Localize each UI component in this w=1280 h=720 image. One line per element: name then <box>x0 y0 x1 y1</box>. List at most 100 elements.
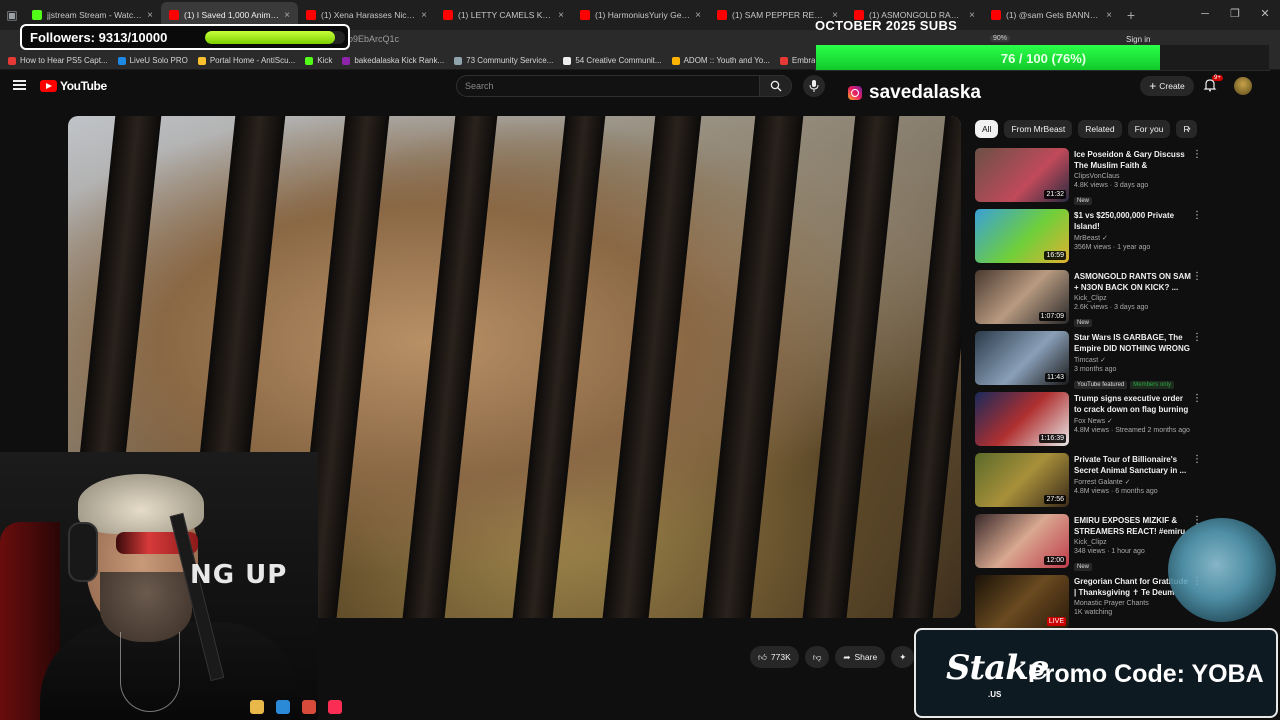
bookmark-item[interactable]: bakedalaska Kick Rank... <box>342 56 444 65</box>
video-title[interactable]: ASMONGOLD RANTS ON SAM + N3ON BACK ON KI… <box>1074 271 1192 293</box>
browser-tab[interactable]: (1) HarmoniusYuriy Gets A × <box>572 2 709 28</box>
browser-tab[interactable]: (1) LETTY CAMELS KENYA WIT × <box>435 2 572 28</box>
duration-badge: LIVE <box>1046 617 1066 626</box>
video-meta: 4.8M views · Streamed 2 months ago <box>1074 427 1190 434</box>
close-window-icon[interactable]: ✕ <box>1250 0 1280 30</box>
video-thumbnail[interactable]: 27:56 <box>975 453 1069 507</box>
tab-close-icon[interactable]: × <box>284 10 290 21</box>
bookmark-favicon-icon <box>305 56 314 65</box>
channel-name[interactable]: Fox News ✓ <box>1074 417 1192 425</box>
voice-search-button[interactable] <box>803 75 825 97</box>
minimize-icon[interactable]: ─ <box>1190 0 1220 30</box>
video-title[interactable]: $1 vs $250,000,000 Private Island! <box>1074 210 1192 232</box>
recommended-video[interactable]: 1:07:09 ASMONGOLD RANTS ON SAM + N3ON BAC… <box>975 270 1202 329</box>
edge-icon[interactable] <box>276 700 290 714</box>
bookmark-item[interactable]: Portal Home - AntiScu... <box>197 56 295 65</box>
search-input[interactable]: Search <box>456 75 760 97</box>
create-button[interactable]: + Create <box>1140 76 1194 96</box>
bookmark-favicon-icon <box>454 56 463 65</box>
video-title[interactable]: EMIRU EXPOSES MIZKIF & STREAMERS REACT! … <box>1074 515 1192 537</box>
filter-chip[interactable]: From MrBeast <box>1004 120 1073 138</box>
more-options-icon[interactable]: ⋮ <box>1192 454 1202 465</box>
video-thumbnail[interactable]: 12:00 <box>975 514 1069 568</box>
recommended-video[interactable]: 11:43 Star Wars IS GARBAGE, The Empire DI… <box>975 331 1202 389</box>
tab-title: jjstream Stream - Watch Live o <box>47 10 142 20</box>
chrome-icon[interactable] <box>302 700 316 714</box>
tab-close-icon[interactable]: × <box>558 10 564 21</box>
channel-name[interactable]: ClipsVonClaus <box>1074 173 1192 180</box>
tab-close-icon[interactable]: × <box>421 10 427 21</box>
like-button[interactable]: 👍︎ 773K <box>750 646 799 668</box>
bookmark-item[interactable]: 73 Community Service... <box>454 56 553 65</box>
new-tab-button[interactable]: + <box>1120 7 1142 23</box>
video-thumbnail[interactable]: 11:43 <box>975 331 1069 385</box>
restore-icon[interactable]: ❐ <box>1220 0 1250 30</box>
youtube-logo[interactable]: YouTube <box>40 79 107 93</box>
video-title[interactable]: Private Tour of Billionaire's Secret Ani… <box>1074 454 1192 476</box>
filter-chip[interactable]: For you <box>1127 120 1171 138</box>
video-thumbnail[interactable]: 16:59 <box>975 209 1069 263</box>
zoom-indicator[interactable]: 90% <box>990 35 1011 42</box>
channel-name[interactable]: Timcast ✓ <box>1074 356 1192 364</box>
more-options-icon[interactable]: ⋮ <box>1192 332 1202 343</box>
video-thumbnail[interactable]: 1:07:09 <box>975 270 1069 324</box>
video-info: $1 vs $250,000,000 Private Island! MrBeas… <box>1074 210 1192 251</box>
bookmark-item[interactable]: 54 Creative Communit... <box>563 56 662 65</box>
channel-name[interactable]: Forrest Galante ✓ <box>1074 478 1192 486</box>
url-text[interactable]: o9EbArcQ1c <box>348 34 399 44</box>
channel-name[interactable]: Monastic Prayer Chants <box>1074 600 1192 607</box>
recommended-video[interactable]: 1:16:39 Trump signs executive order to cr… <box>975 392 1202 448</box>
channel-name[interactable]: MrBeast ✓ <box>1074 234 1192 242</box>
youtube-logo-text: YouTube <box>60 79 107 93</box>
video-title[interactable]: Trump signs executive order to crack dow… <box>1074 393 1192 415</box>
dislike-button[interactable]: 👎︎ <box>804 646 830 668</box>
more-options-icon[interactable]: ⋮ <box>1192 210 1202 221</box>
recommended-video[interactable]: 27:56 Private Tour of Billionaire's Secre… <box>975 453 1202 509</box>
tab-favicon-icon <box>32 10 42 20</box>
video-thumbnail[interactable]: LIVE <box>975 575 1069 629</box>
menu-icon[interactable] <box>13 80 26 90</box>
bookmark-item[interactable]: How to Hear PS5 Capt... <box>8 56 108 65</box>
cage-bar <box>698 116 806 618</box>
bookmark-item[interactable]: LiveU Solo PRO <box>117 56 188 65</box>
tab-close-icon[interactable]: × <box>695 10 701 21</box>
more-options-icon[interactable]: ⋮ <box>1192 271 1202 282</box>
video-title[interactable]: Star Wars IS GARBAGE, The Empire DID NOT… <box>1074 332 1192 354</box>
tab-close-icon[interactable]: × <box>147 10 153 21</box>
more-options-icon[interactable]: ⋮ <box>1192 393 1202 404</box>
video-meta: 4.8M views · 6 months ago <box>1074 488 1158 495</box>
tab-close-icon[interactable]: × <box>969 10 975 21</box>
cage-bar <box>398 116 500 618</box>
filter-chip[interactable]: Related <box>1078 120 1122 138</box>
music-icon[interactable] <box>328 700 342 714</box>
tab-close-icon[interactable]: × <box>1106 10 1112 21</box>
recommended-video[interactable]: LIVE Gregorian Chant for Gratitude | Than… <box>975 575 1202 631</box>
youtube-header: YouTube Search + Create 9+ <box>0 70 1280 102</box>
video-thumbnail[interactable]: 21:32 <box>975 148 1069 202</box>
browser-tab[interactable]: (1) @sam Gets BANNED on Ki × <box>983 2 1120 28</box>
bookmark-item[interactable]: Kick <box>305 56 332 65</box>
search-button[interactable] <box>759 75 792 97</box>
more-options-icon[interactable]: ⋮ <box>1192 149 1202 160</box>
recommended-video[interactable]: 16:59 $1 vs $250,000,000 Private Island! M… <box>975 209 1202 265</box>
video-title[interactable]: Ice Poseidon & Gary Discuss The Muslim F… <box>1074 149 1192 171</box>
duration-badge: 1:16:39 <box>1038 434 1066 443</box>
video-info: ASMONGOLD RANTS ON SAM + N3ON BACK ON KI… <box>1074 271 1192 329</box>
video-meta: 356M views · 1 year ago <box>1074 244 1151 251</box>
bookmark-item[interactable]: ADOM :: Youth and Yo... <box>671 56 770 65</box>
video-meta: 4.8K views · 3 days ago <box>1074 182 1149 189</box>
video-thumbnail[interactable]: 1:16:39 <box>975 392 1069 446</box>
account-avatar[interactable] <box>1234 77 1252 95</box>
share-button[interactable]: ➦ Share <box>835 646 886 668</box>
cage-bar <box>798 116 902 618</box>
sign-in-link[interactable]: Sign in <box>1126 35 1150 44</box>
chevron-right-icon[interactable]: › <box>1182 120 1196 138</box>
channel-name[interactable]: Kick_Clipz <box>1074 295 1192 302</box>
create-label: Create <box>1159 81 1185 91</box>
folder-icon[interactable] <box>250 700 264 714</box>
recommended-video[interactable]: 12:00 EMIRU EXPOSES MIZKIF & STREAMERS RE… <box>975 514 1202 571</box>
recommended-video[interactable]: 21:32 Ice Poseidon & Gary Discuss The Mus… <box>975 148 1202 205</box>
channel-sticker-overlay <box>1168 518 1276 622</box>
filter-chip[interactable]: All <box>975 120 999 138</box>
more-actions-button[interactable]: ✦ <box>891 646 915 668</box>
